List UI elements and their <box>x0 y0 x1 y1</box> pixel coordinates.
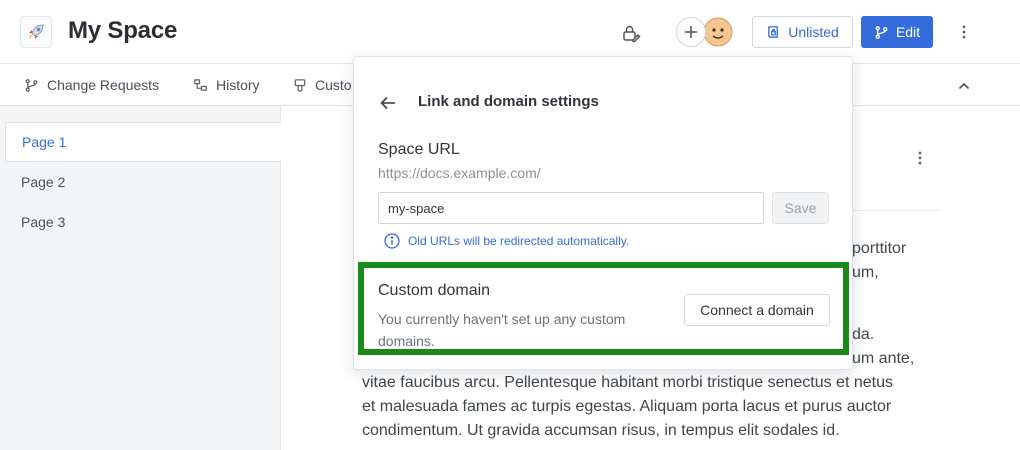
lock-edit-icon[interactable] <box>618 20 644 46</box>
save-button[interactable]: Save <box>772 192 829 224</box>
body-line: porttitor <box>852 240 907 257</box>
tab-change-requests[interactable]: Change Requests <box>24 65 159 105</box>
rocket-icon <box>20 16 52 48</box>
tab-label: Custo <box>315 77 352 93</box>
body-line: um, <box>852 264 879 281</box>
page-more-options-icon[interactable] <box>910 148 930 168</box>
popover-title: Link and domain settings <box>418 93 599 110</box>
link-domain-settings-popover: Link and domain settings Space URL https… <box>353 56 853 370</box>
sidebar-item-page-2[interactable]: Page 2 <box>5 162 281 202</box>
header: My Space Unlisted Edit <box>0 0 1020 64</box>
edit-button[interactable]: Edit <box>861 16 933 48</box>
edit-label: Edit <box>895 24 921 40</box>
tab-label: History <box>216 77 260 93</box>
plus-icon <box>685 26 697 38</box>
space-url-label: Space URL <box>378 141 460 158</box>
sidebar-item-page-3[interactable]: Page 3 <box>5 202 281 242</box>
body-line: et malesuada fames ac turpis egestas. Al… <box>362 398 892 415</box>
history-icon <box>194 78 207 91</box>
body-line: vitae faucibus arcu. Pellentesque habita… <box>362 374 893 391</box>
sidebar-item-page-1[interactable]: Page 1 <box>5 122 281 162</box>
custom-domain-description: You currently haven't set up any custom … <box>378 311 626 349</box>
customize-icon <box>294 78 306 92</box>
branch-icon <box>25 78 38 92</box>
avatar[interactable] <box>703 17 733 47</box>
info-icon <box>384 233 400 249</box>
unlisted-label: Unlisted <box>788 24 839 40</box>
tab-label: Change Requests <box>47 77 160 93</box>
add-member-button[interactable] <box>676 17 706 47</box>
book-lock-icon <box>768 25 779 38</box>
body-line: da. <box>852 326 875 343</box>
base-url: https://docs.example.com/ <box>378 165 541 181</box>
redirect-note: Old URLs will be redirected automaticall… <box>384 232 629 250</box>
branch-icon <box>875 25 888 39</box>
chevron-up-icon[interactable] <box>955 77 973 95</box>
custom-domain-section: Custom domain You currently haven't set … <box>358 262 849 355</box>
custom-domain-title: Custom domain <box>378 282 491 299</box>
unlisted-button[interactable]: Unlisted <box>752 16 853 48</box>
body-line: condimentum. Ut gravida accumsan risus, … <box>362 422 840 439</box>
tab-customize[interactable]: Custo <box>293 65 352 105</box>
page-sidebar: Page 1 Page 2 Page 3 <box>0 106 281 450</box>
redirect-note-text: Old URLs will be redirected automaticall… <box>408 234 630 248</box>
back-arrow-icon[interactable] <box>378 93 398 113</box>
body-line: um ante, <box>852 350 915 367</box>
space-slug-input[interactable] <box>378 192 764 224</box>
tab-history[interactable]: History <box>193 65 260 105</box>
connect-domain-button[interactable]: Connect a domain <box>684 294 830 326</box>
space-title: My Space <box>68 17 178 44</box>
more-options-icon[interactable] <box>952 20 976 44</box>
